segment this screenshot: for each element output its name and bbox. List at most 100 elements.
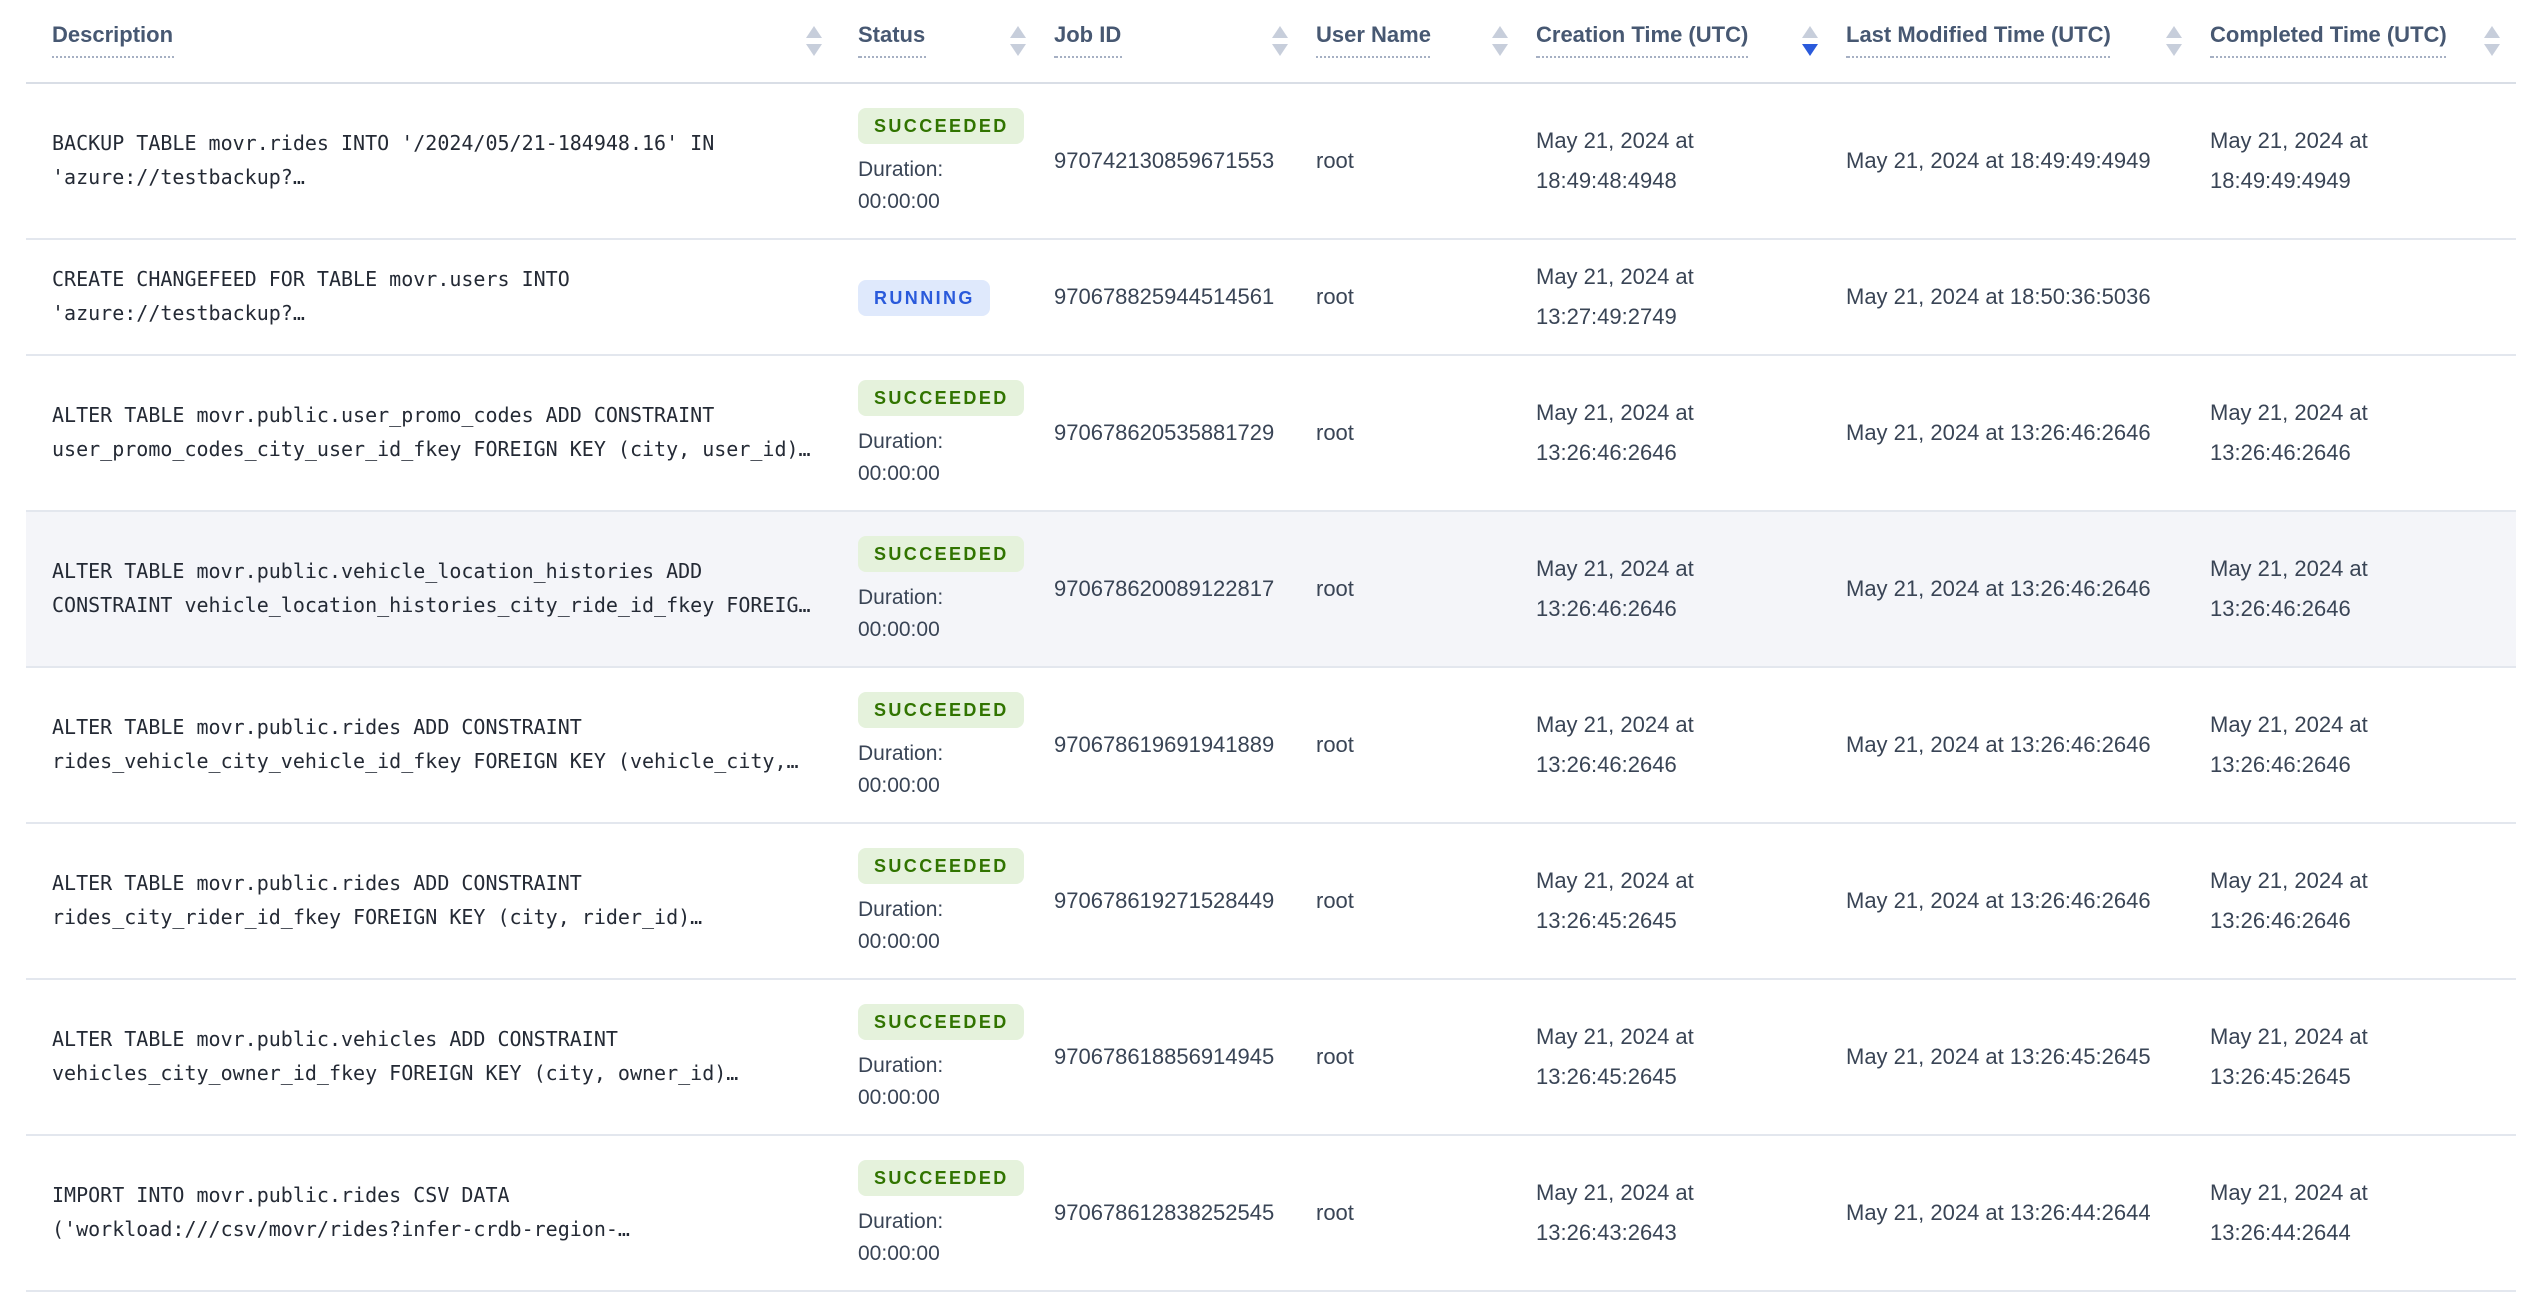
sort-up-icon[interactable] — [1010, 26, 1026, 38]
completed-time-cell: May 21, 2024 at 13:26:46:2646 — [2210, 557, 2368, 621]
completed-time-cell — [2210, 239, 2516, 355]
last-modified-time-cell: May 21, 2024 at 13:26:46:2646 — [1846, 577, 2151, 601]
sort-up-icon[interactable] — [806, 26, 822, 38]
creation-time-cell: May 21, 2024 at 13:26:46:2646 — [1536, 557, 1694, 621]
completed-time-cell: May 21, 2024 at 13:26:46:2646 — [2210, 869, 2368, 933]
status-badge: SUCCEEDED — [858, 535, 1025, 571]
duration-text: Duration: 00:00:00 — [858, 1209, 944, 1265]
column-header-last_modified_time[interactable]: Last Modified Time (UTC) — [1846, 0, 2210, 84]
job-id-cell: 970678618856914945 — [1054, 1045, 1275, 1069]
completed-time-cell: May 21, 2024 at 18:49:49:4949 — [2210, 129, 2368, 193]
table-row: ALTER TABLE movr.public.vehicles ADD CON… — [26, 979, 2516, 1135]
column-header-job_id[interactable]: Job ID — [1054, 0, 1316, 84]
description-line: ALTER TABLE movr.public.rides ADD CONSTR… — [52, 717, 582, 739]
description-line: 'azure://testbackup?… — [52, 303, 305, 325]
duration-text: Duration: 00:00:00 — [858, 741, 944, 797]
column-header-label[interactable]: Last Modified Time (UTC) — [1846, 24, 2111, 58]
status-cell: SUCCEEDED Duration: 00:00:00 — [858, 1135, 1054, 1291]
creation-time-cell: May 21, 2024 at 13:26:45:2645 — [1536, 1025, 1694, 1089]
duration-text: Duration: 00:00:00 — [858, 585, 944, 641]
sort-down-icon[interactable] — [1492, 44, 1508, 56]
completed-time-cell: May 21, 2024 at 13:26:46:2646 — [2210, 713, 2368, 777]
sort-arrows-icon[interactable] — [790, 26, 822, 56]
creation-time-cell: May 21, 2024 at 18:49:48:4948 — [1536, 129, 1694, 193]
sort-arrows-icon[interactable] — [2468, 26, 2500, 56]
sort-arrows-icon[interactable] — [994, 26, 1026, 56]
column-header-description[interactable]: Description — [26, 0, 858, 84]
job-id-cell: 970678620535881729 — [1054, 421, 1275, 445]
table-row: ALTER TABLE movr.public.user_promo_codes… — [26, 355, 2516, 511]
column-header-creation_time[interactable]: Creation Time (UTC) — [1536, 0, 1846, 84]
creation-time-cell: May 21, 2024 at 13:26:43:2643 — [1536, 1181, 1694, 1245]
table-row: ALTER TABLE movr.public.rides ADD CONSTR… — [26, 823, 2516, 979]
job-id-cell: 970742130859671553 — [1054, 149, 1275, 173]
description-line: 'azure://testbackup?… — [52, 167, 305, 189]
sort-down-icon[interactable] — [2484, 44, 2500, 56]
user-name-cell: root — [1316, 733, 1354, 757]
column-header-status[interactable]: Status — [858, 0, 1054, 84]
duration-text: Duration: 00:00:00 — [858, 429, 944, 485]
sort-down-icon[interactable] — [1272, 44, 1288, 56]
sort-arrows-icon[interactable] — [1476, 26, 1508, 56]
description-line: IMPORT INTO movr.public.rides CSV DATA — [52, 1185, 510, 1207]
creation-time-cell: May 21, 2024 at 13:27:49:2749 — [1536, 265, 1694, 329]
sort-down-icon[interactable] — [806, 44, 822, 56]
sort-arrows-icon[interactable] — [1786, 26, 1818, 56]
job-id-cell: 970678825944514561 — [1054, 285, 1275, 309]
job-id-cell: 970678620089122817 — [1054, 577, 1275, 601]
description-line: ALTER TABLE movr.public.user_promo_codes… — [52, 405, 715, 427]
jobs-page: Description Status Job ID User Name Crea… — [0, 0, 2528, 1292]
column-header-label[interactable]: User Name — [1316, 24, 1431, 58]
job-id-cell: 970678612838252545 — [1054, 1201, 1275, 1225]
table-row: ALTER TABLE movr.public.rides ADD CONSTR… — [26, 667, 2516, 823]
last-modified-time-cell: May 21, 2024 at 13:26:44:2644 — [1846, 1201, 2151, 1225]
user-name-cell: root — [1316, 1045, 1354, 1069]
duration-text: Duration: 00:00:00 — [858, 157, 944, 213]
description-cell: ALTER TABLE movr.public.user_promo_codes… — [26, 355, 858, 511]
status-badge: SUCCEEDED — [858, 847, 1025, 883]
status-cell: SUCCEEDED Duration: 00:00:00 — [858, 979, 1054, 1135]
column-header-label[interactable]: Status — [858, 24, 926, 58]
sort-down-icon[interactable] — [1802, 44, 1818, 56]
sort-up-icon[interactable] — [2484, 26, 2500, 38]
column-header-completed_time[interactable]: Completed Time (UTC) — [2210, 0, 2516, 84]
sort-down-icon[interactable] — [1010, 44, 1026, 56]
sort-up-icon[interactable] — [2166, 26, 2182, 38]
status-cell: SUCCEEDED Duration: 00:00:00 — [858, 83, 1054, 239]
user-name-cell: root — [1316, 889, 1354, 913]
status-badge: SUCCEEDED — [858, 691, 1025, 727]
column-header-label[interactable]: Job ID — [1054, 24, 1122, 58]
description-line: rides_vehicle_city_vehicle_id_fkey FOREI… — [52, 751, 799, 773]
creation-time-cell: May 21, 2024 at 13:26:46:2646 — [1536, 401, 1694, 465]
column-header-inner: Last Modified Time (UTC) — [1846, 24, 2182, 58]
status-badge: SUCCEEDED — [858, 107, 1025, 143]
job-id-cell: 970678619271528449 — [1054, 889, 1275, 913]
duration-text: Duration: 00:00:00 — [858, 897, 944, 953]
description-cell: ALTER TABLE movr.public.vehicle_location… — [26, 511, 858, 667]
description-line: ALTER TABLE movr.public.vehicle_location… — [52, 561, 703, 583]
column-header-inner: Status — [858, 24, 1026, 58]
user-name-cell: root — [1316, 285, 1354, 309]
column-header-label[interactable]: Creation Time (UTC) — [1536, 24, 1749, 58]
column-header-label[interactable]: Description — [52, 24, 174, 58]
sort-up-icon[interactable] — [1802, 26, 1818, 38]
description-line: CREATE CHANGEFEED FOR TABLE movr.users I… — [52, 269, 570, 291]
description-cell: CREATE CHANGEFEED FOR TABLE movr.users I… — [26, 239, 858, 355]
description-line: ALTER TABLE movr.public.rides ADD CONSTR… — [52, 873, 582, 895]
description-line: user_promo_codes_city_user_id_fkey FOREI… — [52, 439, 811, 461]
sort-down-icon[interactable] — [2166, 44, 2182, 56]
column-header-user_name[interactable]: User Name — [1316, 0, 1536, 84]
table-row: CREATE CHANGEFEED FOR TABLE movr.users I… — [26, 239, 2516, 355]
description-line: CONSTRAINT vehicle_location_histories_ci… — [52, 595, 811, 617]
sort-up-icon[interactable] — [1492, 26, 1508, 38]
table-row: ALTER TABLE movr.public.vehicle_location… — [26, 511, 2516, 667]
column-header-label[interactable]: Completed Time (UTC) — [2210, 24, 2447, 58]
description-line: ALTER TABLE movr.public.vehicles ADD CON… — [52, 1029, 618, 1051]
sort-arrows-icon[interactable] — [2150, 26, 2182, 56]
sort-arrows-icon[interactable] — [1256, 26, 1288, 56]
creation-time-cell: May 21, 2024 at 13:26:46:2646 — [1536, 713, 1694, 777]
status-cell: RUNNING — [858, 239, 1054, 355]
description-cell: ALTER TABLE movr.public.rides ADD CONSTR… — [26, 667, 858, 823]
sort-up-icon[interactable] — [1272, 26, 1288, 38]
description-line: ('workload:///csv/movr/rides?infer-crdb-… — [52, 1219, 630, 1241]
